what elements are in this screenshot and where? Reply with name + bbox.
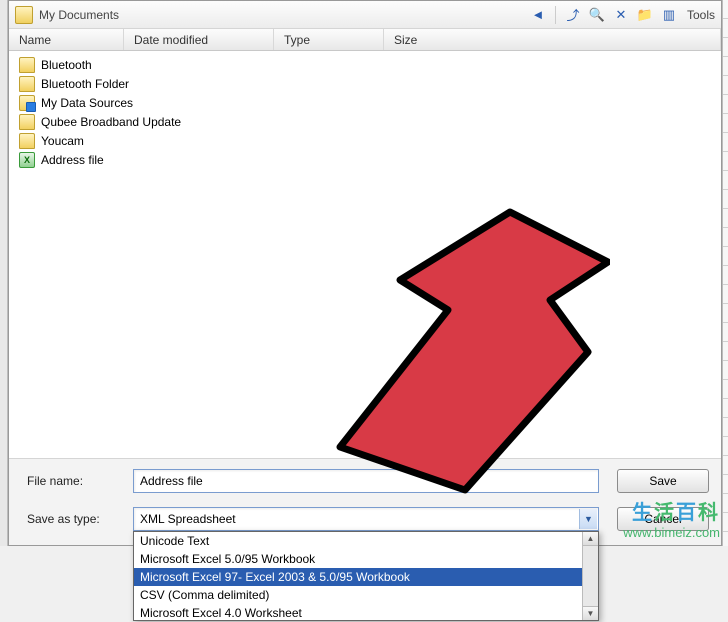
item-label: Qubee Broadband Update: [41, 115, 181, 129]
toolbar-buttons: ◄ ⤴ 🔍 ✕ 📁 ▥ Tools: [528, 5, 715, 25]
list-item[interactable]: Qubee Broadband Update: [15, 112, 715, 131]
savetype-dropdown: Unicode Text Microsoft Excel 5.0/95 Work…: [133, 531, 599, 621]
list-item[interactable]: My Data Sources: [15, 93, 715, 112]
scroll-up-icon[interactable]: ▲: [583, 532, 598, 546]
savetype-combobox[interactable]: XML Spreadsheet ▼: [133, 507, 599, 531]
folder-icon: [19, 133, 35, 149]
dropdown-item[interactable]: Microsoft Excel 5.0/95 Workbook: [134, 550, 582, 568]
col-name[interactable]: Name: [9, 29, 124, 50]
folder-icon: [19, 114, 35, 130]
back-button[interactable]: ◄: [528, 5, 548, 25]
location-toolbar: My Documents ◄ ⤴ 🔍 ✕ 📁 ▥ Tools: [9, 1, 721, 29]
dropdown-item[interactable]: Microsoft Excel 4.0 Worksheet: [134, 604, 582, 622]
dropdown-item-selected[interactable]: Microsoft Excel 97- Excel 2003 & 5.0/95 …: [134, 568, 582, 586]
scroll-down-icon[interactable]: ▼: [583, 606, 598, 620]
location-text: My Documents: [39, 8, 522, 22]
dropdown-scrollbar[interactable]: ▲ ▼: [582, 532, 598, 620]
file-list[interactable]: Bluetooth Bluetooth Folder My Data Sourc…: [9, 51, 721, 458]
dropdown-item[interactable]: Unicode Text: [134, 532, 582, 550]
left-window-edge: [0, 0, 8, 546]
cancel-button[interactable]: Cancel: [617, 507, 709, 531]
item-label: Bluetooth Folder: [41, 77, 129, 91]
filename-row: File name: Save: [27, 469, 709, 493]
spreadsheet-edge: [722, 0, 728, 546]
chevron-down-icon[interactable]: ▼: [579, 509, 597, 529]
col-size[interactable]: Size: [384, 29, 721, 50]
save-as-dialog: My Documents ◄ ⤴ 🔍 ✕ 📁 ▥ Tools Name Date…: [8, 0, 722, 546]
views-icon[interactable]: ▥: [659, 5, 679, 25]
new-folder-icon[interactable]: 📁: [635, 5, 655, 25]
delete-icon[interactable]: ✕: [611, 5, 631, 25]
folder-icon: [19, 57, 35, 73]
search-icon[interactable]: 🔍: [587, 5, 607, 25]
list-item[interactable]: Address file: [15, 150, 715, 169]
col-type[interactable]: Type: [274, 29, 384, 50]
save-button[interactable]: Save: [617, 469, 709, 493]
item-label: Address file: [41, 153, 104, 167]
tools-menu[interactable]: Tools: [687, 8, 715, 22]
bottom-pane: File name: Save Save as type: XML Spread…: [9, 458, 721, 545]
columns-header: Name Date modified Type Size: [9, 29, 721, 51]
folder-icon: [15, 6, 33, 24]
col-date[interactable]: Date modified: [124, 29, 274, 50]
separator: [555, 6, 556, 24]
excel-file-icon: [19, 152, 35, 168]
filename-label: File name:: [27, 474, 123, 488]
folder-icon: [19, 76, 35, 92]
data-source-icon: [19, 95, 35, 111]
filename-input[interactable]: [133, 469, 599, 493]
savetype-label: Save as type:: [27, 512, 123, 526]
up-button[interactable]: ⤴: [563, 5, 583, 25]
savetype-value: XML Spreadsheet: [140, 512, 236, 526]
list-item[interactable]: Bluetooth: [15, 55, 715, 74]
item-label: My Data Sources: [41, 96, 133, 110]
dropdown-options: Unicode Text Microsoft Excel 5.0/95 Work…: [134, 532, 582, 620]
list-item[interactable]: Bluetooth Folder: [15, 74, 715, 93]
dropdown-item[interactable]: CSV (Comma delimited): [134, 586, 582, 604]
list-item[interactable]: Youcam: [15, 131, 715, 150]
item-label: Bluetooth: [41, 58, 92, 72]
savetype-row: Save as type: XML Spreadsheet ▼ Cancel U…: [27, 507, 709, 531]
item-label: Youcam: [41, 134, 84, 148]
